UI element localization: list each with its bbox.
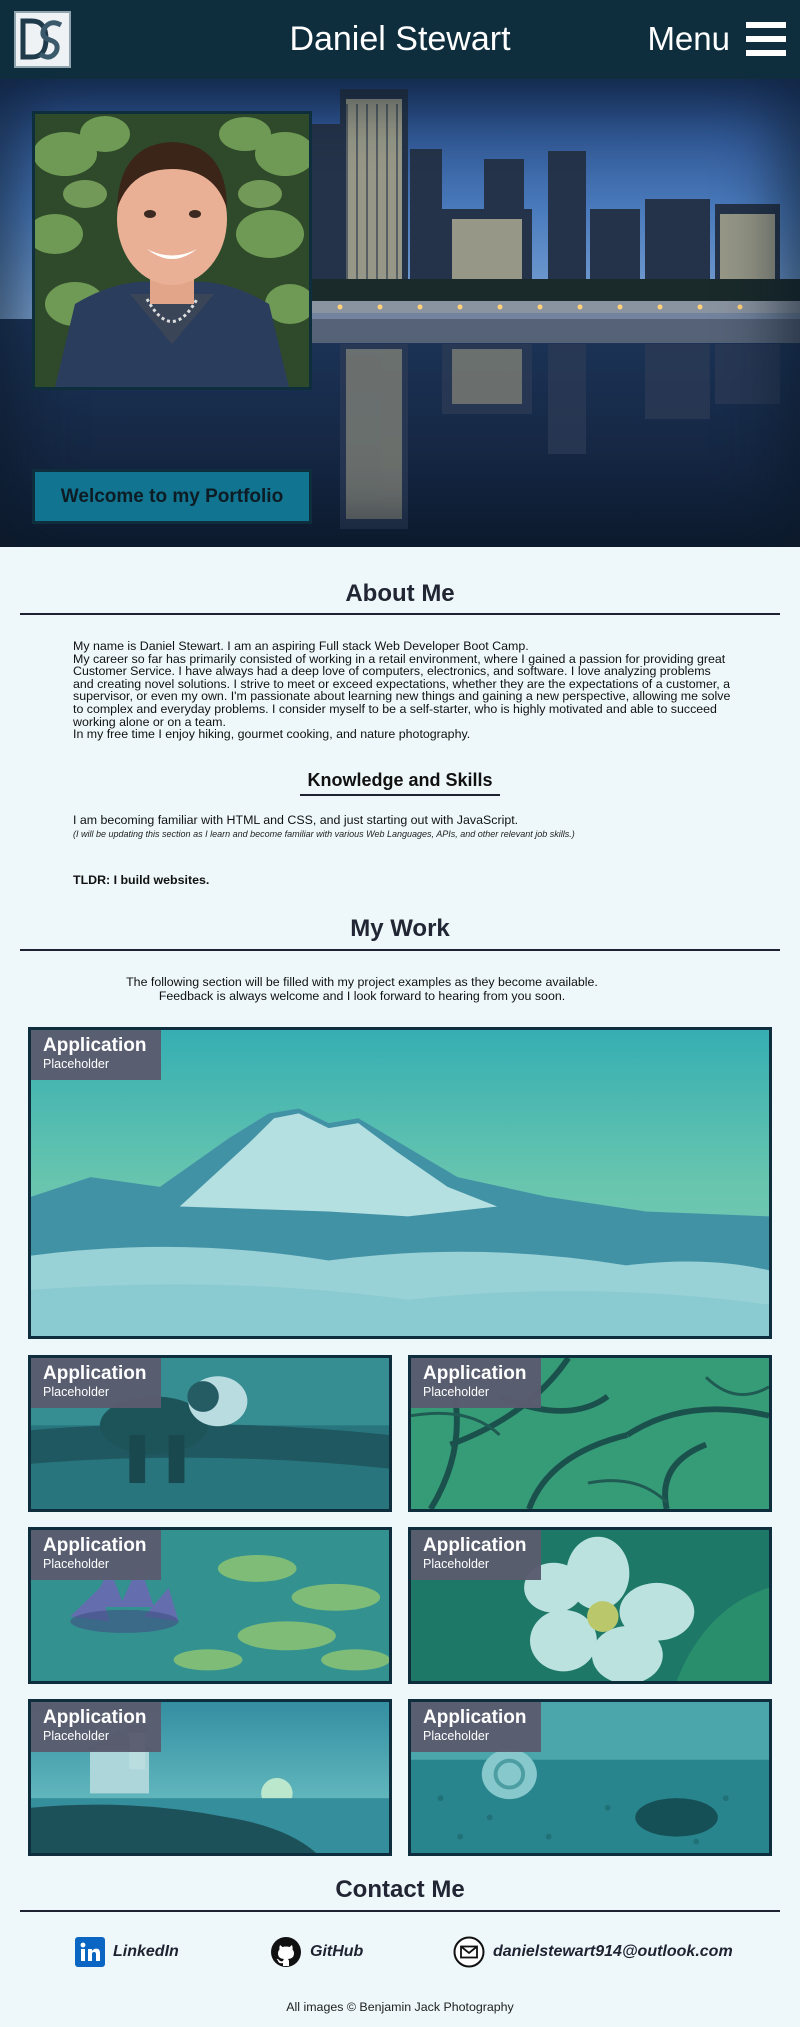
work-card[interactable]: Application Placeholder (28, 1699, 392, 1856)
menu-label: Menu (647, 20, 730, 57)
menu-button[interactable]: Menu (647, 16, 786, 62)
card-label: Application Placeholder (411, 1702, 541, 1752)
work-card[interactable]: Application Placeholder (408, 1355, 772, 1512)
skills-divider (300, 794, 500, 796)
about-text: My name is Daniel Stewart. I am an aspir… (73, 640, 733, 741)
ds-logo-icon[interactable] (14, 11, 71, 68)
work-intro: The following section will be filled wit… (0, 975, 724, 1003)
skills-note: (I will be updating this section as I le… (73, 829, 575, 839)
skills-title: Knowledge and Skills (307, 770, 493, 790)
work-divider (20, 949, 780, 951)
card-subtitle: Placeholder (43, 1057, 110, 1071)
about-line: My name is Daniel Stewart. I am an aspir… (73, 639, 529, 653)
linkedin-link[interactable]: LinkedIn (75, 1935, 179, 1969)
card-title: Application (43, 1035, 147, 1056)
work-card[interactable]: Application Placeholder (408, 1699, 772, 1856)
card-label: Application Placeholder (411, 1530, 541, 1580)
work-card[interactable]: Application Placeholder (28, 1527, 392, 1684)
contact-divider (20, 1910, 780, 1912)
about-line: My career so far has primarily consisted… (73, 651, 731, 729)
card-label: Application Placeholder (31, 1030, 161, 1080)
github-icon (271, 1937, 301, 1967)
work-title: My Work (350, 915, 450, 942)
card-label: Application Placeholder (411, 1358, 541, 1408)
photo-credit: All images © Benjamin Jack Photography (286, 2000, 514, 2014)
work-intro-line: Feedback is always welcome and I look fo… (158, 989, 566, 1003)
profile-photo (32, 111, 312, 390)
tldr-text: TLDR: I build websites. (73, 873, 210, 887)
github-label: GitHub (310, 1943, 364, 1960)
card-label: Application Placeholder (31, 1358, 161, 1408)
about-title: About Me (345, 580, 455, 607)
email-label: danielstewart914@outlook.com (493, 1943, 733, 1960)
card-label: Application Placeholder (31, 1530, 161, 1580)
card-title: Application (43, 1535, 147, 1556)
work-card[interactable]: Application Placeholder (408, 1527, 772, 1684)
card-subtitle: Placeholder (43, 1557, 110, 1571)
email-link[interactable]: danielstewart914@outlook.com (453, 1935, 733, 1969)
card-title: Application (43, 1363, 147, 1384)
card-subtitle: Placeholder (423, 1385, 490, 1399)
work-card[interactable]: Application Placeholder (28, 1355, 392, 1512)
site-header: Daniel Stewart Menu (0, 0, 800, 79)
welcome-button[interactable]: Welcome to my Portfolio (32, 469, 312, 524)
card-title: Application (423, 1535, 527, 1556)
about-line: In my free time I enjoy hiking, gourmet … (73, 727, 471, 742)
card-title: Application (423, 1363, 527, 1384)
card-subtitle: Placeholder (423, 1729, 490, 1743)
card-subtitle: Placeholder (43, 1385, 110, 1399)
card-title: Application (43, 1707, 147, 1728)
work-card[interactable]: Application Placeholder (28, 1027, 772, 1339)
linkedin-label: LinkedIn (113, 1943, 179, 1960)
card-title: Application (423, 1707, 527, 1728)
skills-text: I am becoming familiar with HTML and CSS… (73, 813, 519, 827)
card-label: Application Placeholder (31, 1702, 161, 1752)
hamburger-menu-icon[interactable] (746, 22, 786, 56)
linkedin-icon (75, 1937, 105, 1967)
contact-title: Contact Me (335, 1876, 465, 1903)
work-intro-line: The following section will be filled wit… (126, 975, 598, 989)
envelope-icon (453, 1936, 485, 1968)
hero-banner: Welcome to my Portfolio (0, 79, 800, 547)
github-link[interactable]: GitHub (270, 1935, 363, 1969)
card-subtitle: Placeholder (43, 1729, 110, 1743)
card-subtitle: Placeholder (423, 1557, 490, 1571)
about-divider (20, 613, 780, 615)
